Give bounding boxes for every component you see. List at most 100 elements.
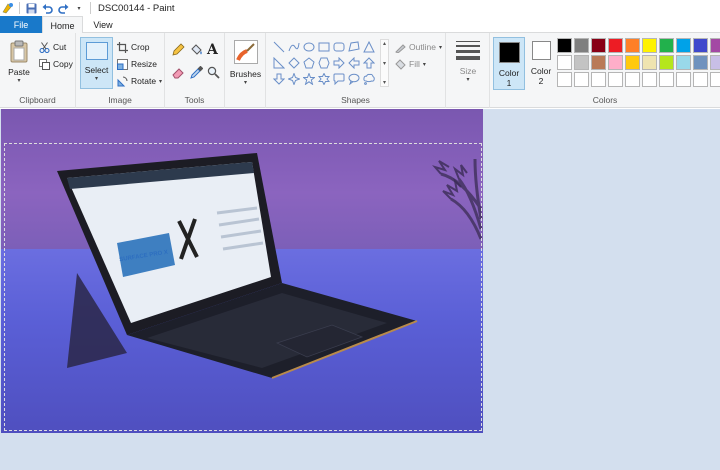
palette-swatch[interactable] (557, 55, 572, 70)
palette-swatch[interactable] (591, 38, 606, 53)
select-rectangle-icon (85, 42, 108, 60)
fill-bucket-icon[interactable] (190, 43, 203, 58)
paste-button[interactable]: Paste ▾ (4, 37, 34, 89)
ribbon-tabs: File Home View (0, 16, 720, 34)
palette-swatch[interactable] (676, 38, 691, 53)
expand-gallery-icon[interactable]: ▾ (383, 79, 386, 86)
palette-swatch[interactable] (642, 38, 657, 53)
diamond-shape-icon[interactable] (287, 56, 300, 69)
rounded-rectangle-shape-icon[interactable] (332, 40, 345, 53)
palette-swatch[interactable] (659, 55, 674, 70)
color-picker-icon[interactable] (190, 65, 204, 81)
down-arrow-shape-icon[interactable] (272, 72, 285, 85)
magnifier-icon[interactable] (207, 66, 220, 81)
palette-swatch[interactable] (574, 55, 589, 70)
five-point-star-shape-icon[interactable] (302, 72, 315, 85)
cloud-callout-shape-icon[interactable] (362, 72, 375, 85)
palette-swatch[interactable] (693, 72, 708, 87)
paste-label: Paste (8, 67, 30, 77)
eraser-icon[interactable] (172, 66, 185, 81)
brushes-button[interactable]: Brushes ▾ (229, 37, 262, 89)
undo-icon[interactable] (39, 1, 55, 15)
oval-callout-shape-icon[interactable] (347, 72, 360, 85)
tab-view[interactable]: View (83, 16, 123, 33)
shapes-group: ▴ ▾ ▾ Outline ▾ Fill ▾ Shapes (266, 33, 446, 108)
line-shape-icon[interactable] (272, 40, 285, 53)
text-tool-icon[interactable]: A (207, 42, 218, 58)
palette-swatch[interactable] (591, 55, 606, 70)
oval-shape-icon[interactable] (302, 40, 315, 53)
outline-button[interactable]: Outline ▾ (394, 41, 442, 53)
palette-swatch[interactable] (659, 38, 674, 53)
customize-toolbar-icon[interactable]: ▾ (71, 1, 87, 15)
palette-swatch[interactable] (625, 55, 640, 70)
hexagon-shape-icon[interactable] (317, 56, 330, 69)
shapes-gallery[interactable] (272, 40, 380, 88)
up-arrow-shape-icon[interactable] (362, 56, 375, 69)
tab-file[interactable]: File (0, 16, 42, 33)
selection-marquee[interactable] (4, 143, 482, 431)
palette-swatch[interactable] (676, 72, 691, 87)
resize-button[interactable]: Resize (116, 58, 157, 70)
fill-button[interactable]: Fill ▾ (394, 58, 426, 70)
scroll-down-icon[interactable]: ▾ (383, 60, 386, 67)
right-triangle-shape-icon[interactable] (272, 56, 285, 69)
outline-brush-icon (394, 41, 406, 53)
palette-swatch[interactable] (710, 55, 720, 70)
palette-swatch[interactable] (608, 55, 623, 70)
palette-swatch[interactable] (557, 38, 572, 53)
palette-swatch[interactable] (642, 55, 657, 70)
fill-bucket-icon (394, 58, 406, 70)
colors-group: Color 1 Color 2 Colors (490, 33, 720, 108)
palette-swatch[interactable] (693, 55, 708, 70)
polygon-shape-icon[interactable] (347, 40, 360, 53)
scroll-up-icon[interactable]: ▴ (383, 40, 386, 47)
palette-swatch[interactable] (676, 55, 691, 70)
rectangle-shape-icon[interactable] (317, 40, 330, 53)
palette-swatch[interactable] (693, 38, 708, 53)
pentagon-shape-icon[interactable] (302, 56, 315, 69)
color1-button[interactable]: Color 1 (493, 37, 525, 90)
scissors-icon (38, 41, 50, 53)
curve-shape-icon[interactable] (287, 40, 300, 53)
tab-home[interactable]: Home (42, 16, 83, 34)
quick-access-toolbar: ▾ (0, 0, 94, 16)
color2-swatch (531, 41, 551, 60)
shapes-scrollbar[interactable]: ▴ ▾ ▾ (380, 39, 389, 87)
crop-button[interactable]: Crop (116, 41, 149, 53)
colors-group-label: Colors (592, 95, 618, 105)
tools-group: A Tools (165, 33, 225, 108)
pencil-icon[interactable] (172, 43, 185, 58)
palette-swatch[interactable] (608, 72, 623, 87)
right-arrow-shape-icon[interactable] (332, 56, 345, 69)
palette-swatch[interactable] (710, 72, 720, 87)
size-button[interactable]: Size ▾ (451, 37, 485, 89)
palette-swatch[interactable] (625, 38, 640, 53)
select-button[interactable]: Select ▾ (80, 37, 113, 89)
palette-swatch[interactable] (591, 72, 606, 87)
image-canvas[interactable]: SURFACE PRO X (1, 109, 483, 433)
palette-swatch[interactable] (574, 38, 589, 53)
rotate-button[interactable]: Rotate ▾ (116, 75, 162, 87)
copy-button[interactable]: Copy (38, 58, 73, 70)
palette-swatch[interactable] (710, 38, 720, 53)
palette-swatch[interactable] (625, 72, 640, 87)
left-arrow-shape-icon[interactable] (347, 56, 360, 69)
save-icon[interactable] (23, 1, 39, 15)
color2-number: 2 (538, 76, 544, 86)
six-point-star-shape-icon[interactable] (317, 72, 330, 85)
palette-swatch[interactable] (642, 72, 657, 87)
palette-swatch[interactable] (659, 72, 674, 87)
redo-icon[interactable] (55, 1, 71, 15)
palette-swatch[interactable] (608, 38, 623, 53)
outline-label: Outline (409, 42, 436, 52)
rounded-callout-shape-icon[interactable] (332, 72, 345, 85)
four-point-star-shape-icon[interactable] (287, 72, 300, 85)
cut-button[interactable]: Cut (38, 41, 66, 53)
clipboard-group: Paste ▾ Cut Copy Clipboard (0, 33, 76, 108)
color2-button[interactable]: Color 2 (527, 37, 555, 90)
palette-swatch[interactable] (557, 72, 572, 87)
triangle-shape-icon[interactable] (362, 40, 375, 53)
drawing-workspace[interactable]: SURFACE PRO X (0, 109, 720, 470)
palette-swatch[interactable] (574, 72, 589, 87)
